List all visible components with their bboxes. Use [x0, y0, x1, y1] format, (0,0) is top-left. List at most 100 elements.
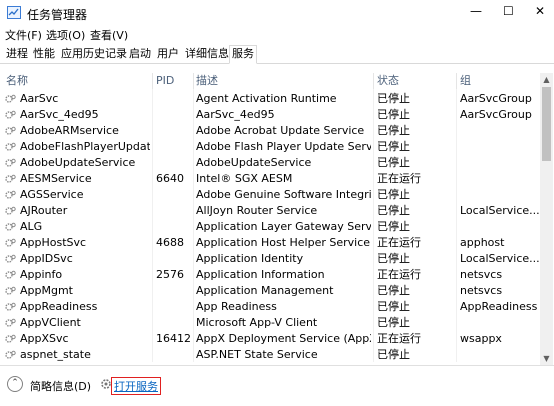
cell-name: AESMService — [20, 172, 92, 185]
table-row[interactable]: AESMService 6640 Intel® SGX AESM 正在运行 — [0, 171, 540, 187]
table-row[interactable]: AarSvc_4ed95 AarSvc_4ed95 已停止 AarSvcGroup — [0, 107, 540, 123]
table-row[interactable]: ALG Application Layer Gateway Service 已停止 — [0, 219, 540, 235]
cell-name: ALG — [20, 220, 43, 233]
column-divider[interactable] — [373, 73, 374, 89]
column-header-pid[interactable]: PID — [156, 73, 174, 89]
service-gear-icon — [5, 158, 16, 167]
cell-description: AarSvc_4ed95 — [196, 108, 275, 121]
cell-description: Application Information — [196, 268, 325, 281]
table-row[interactable]: AppReadiness App Readiness 已停止 AppReadiness — [0, 299, 540, 315]
fewer-details-button[interactable]: 简略信息(D) — [30, 378, 91, 394]
maximize-button[interactable]: ☐ — [503, 4, 514, 18]
cell-description: Adobe Flash Player Update Service — [196, 140, 371, 153]
menu-view[interactable]: 查看(V) — [90, 27, 128, 43]
cell-status: 已停止 — [377, 92, 410, 105]
table-row[interactable]: AppXSvc 16412 AppX Deployment Service (App… — [0, 331, 540, 347]
tab-details[interactable]: 详细信息 — [183, 46, 231, 63]
cell-status: 已停止 — [377, 348, 410, 361]
cell-status: 已停止 — [377, 140, 410, 153]
cell-name: AdobeUpdateService — [20, 156, 136, 169]
title-bar: 任务管理器 — ☐ ✕ — [0, 0, 554, 27]
cell-status: 已停止 — [377, 252, 410, 265]
cell-name: AGSService — [20, 188, 84, 201]
cell-group: LocalService... — [460, 204, 540, 217]
table-row[interactable]: Appinfo 2576 Application Information 正在运行 ne… — [0, 267, 540, 283]
vertical-scrollbar[interactable]: ▲ ▼ — [540, 73, 553, 365]
service-gear-icon — [5, 190, 16, 199]
service-gear-icon — [5, 110, 16, 119]
table-row[interactable]: AppVClient Microsoft App-V Client 已停止 — [0, 315, 540, 331]
column-divider[interactable] — [456, 73, 457, 89]
cell-name: AppHostSvc — [20, 236, 87, 249]
table-row[interactable]: AarSvc Agent Activation Runtime 已停止 AarSvcG… — [0, 91, 540, 107]
table-row[interactable]: AdobeFlashPlayerUpdat... Adobe Flash Play… — [0, 139, 540, 155]
cell-name: Appinfo — [20, 268, 63, 281]
column-header-group[interactable]: 组 — [460, 73, 471, 89]
service-gear-icon — [5, 302, 16, 311]
service-gear-icon — [5, 334, 16, 343]
service-gear-icon — [5, 286, 16, 295]
tab-startup[interactable]: 启动 — [127, 46, 153, 63]
cell-description: AdobeUpdateService — [196, 156, 312, 169]
column-divider[interactable] — [152, 73, 153, 89]
chevron-up-icon[interactable]: ⌃ — [7, 376, 23, 392]
table-row[interactable]: AJRouter AllJoyn Router Service 已停止 LocalSe… — [0, 203, 540, 219]
service-gear-icon — [5, 94, 16, 103]
column-header-status[interactable]: 状态 — [377, 73, 399, 89]
cell-group: wsappx — [460, 332, 502, 345]
column-divider[interactable] — [193, 73, 194, 89]
table-row[interactable]: AppIDSvc Application Identity 已停止 LocalServ… — [0, 251, 540, 267]
cell-group: AarSvcGroup — [460, 108, 532, 121]
cell-status: 已停止 — [377, 284, 410, 297]
cell-status: 已停止 — [377, 188, 410, 201]
column-header-name[interactable]: 名称 — [6, 73, 28, 89]
cell-name: AppMgmt — [20, 284, 73, 297]
scroll-down-arrow-icon[interactable]: ▼ — [540, 352, 553, 365]
cell-description: Application Layer Gateway Service — [196, 220, 371, 233]
tab-bar: 进程 性能 应用历史记录 启动 用户 详细信息 服务 — [0, 44, 554, 64]
service-gear-icon — [5, 206, 16, 215]
table-row[interactable]: AdobeUpdateService AdobeUpdateService 已停止 — [0, 155, 540, 171]
cell-status: 已停止 — [377, 204, 410, 217]
close-button[interactable]: ✕ — [535, 4, 545, 18]
cell-status: 已停止 — [377, 300, 410, 313]
cell-description: Microsoft App-V Client — [196, 316, 318, 329]
cell-status: 已停止 — [377, 316, 410, 329]
column-header-row: 名称 PID 描述 状态 组 — [0, 73, 540, 89]
tab-performance[interactable]: 性能 — [31, 46, 57, 63]
footer-bar: ⌃ 简略信息(D) 打开服务 — [0, 365, 554, 406]
service-gear-icon — [5, 126, 16, 135]
cell-status: 已停止 — [377, 124, 410, 137]
tab-app-history[interactable]: 应用历史记录 — [59, 46, 129, 63]
cell-group: netsvcs — [460, 268, 503, 281]
table-row[interactable]: AdobeARMservice Adobe Acrobat Update Serv… — [0, 123, 540, 139]
cell-pid: 16412 — [156, 332, 191, 345]
cell-status: 正在运行 — [377, 236, 421, 249]
tab-processes[interactable]: 进程 — [4, 46, 30, 63]
menu-file[interactable]: 文件(F) — [5, 27, 42, 43]
open-services-link[interactable]: 打开服务 — [111, 377, 161, 395]
tab-services[interactable]: 服务 — [229, 45, 257, 64]
table-row[interactable]: AGSService Adobe Genuine Software Integri… — [0, 187, 540, 203]
cell-group: AarSvcGroup — [460, 92, 532, 105]
cell-pid: 2576 — [156, 268, 184, 281]
table-row[interactable]: AppMgmt Application Management 已停止 netsvcs — [0, 283, 540, 299]
menu-bar: 文件(F) 选项(O) 查看(V) — [0, 27, 554, 44]
service-gear-icon — [5, 142, 16, 151]
service-gear-icon — [5, 350, 16, 359]
cell-description: AllJoyn Router Service — [196, 204, 318, 217]
minimize-button[interactable]: — — [470, 4, 482, 18]
scroll-thumb[interactable] — [542, 87, 551, 161]
tab-users[interactable]: 用户 — [155, 46, 181, 63]
column-header-description[interactable]: 描述 — [196, 73, 218, 89]
cell-name: AppVClient — [20, 316, 81, 329]
table-row[interactable]: aspnet_state ASP.NET State Service 已停止 — [0, 347, 540, 363]
scroll-up-arrow-icon[interactable]: ▲ — [540, 73, 553, 86]
cell-description: Application Host Helper Service — [196, 236, 371, 249]
task-manager-icon — [7, 6, 21, 19]
cell-name: aspnet_state — [20, 348, 91, 361]
table-row[interactable]: AppHostSvc 4688 Application Host Helper Se… — [0, 235, 540, 251]
cell-pid: 4688 — [156, 236, 184, 249]
window-title: 任务管理器 — [27, 8, 88, 22]
menu-options[interactable]: 选项(O) — [46, 27, 85, 43]
